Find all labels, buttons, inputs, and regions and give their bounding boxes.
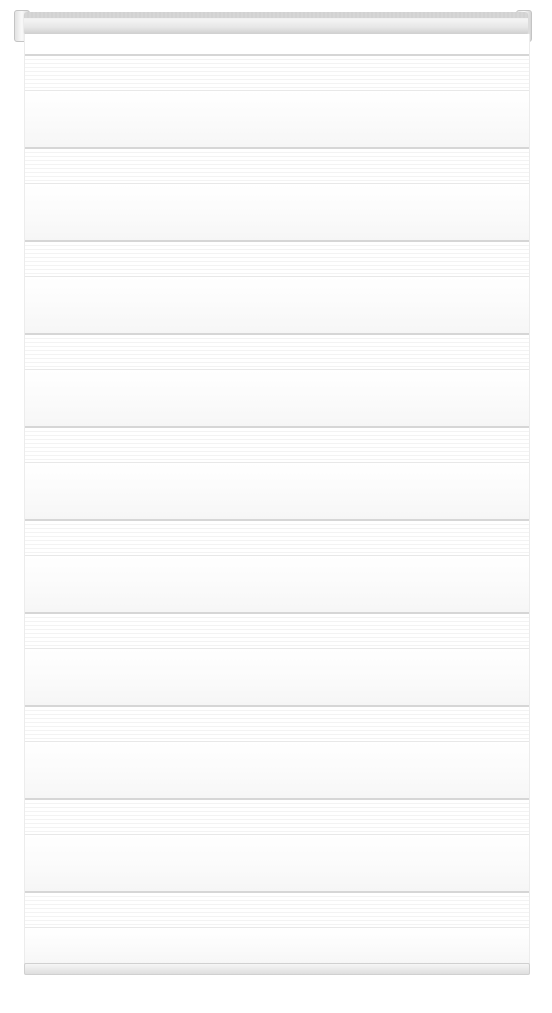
sheer-stripe: [25, 147, 529, 185]
sheer-stripe: [25, 426, 529, 464]
sheer-stripe: [25, 333, 529, 371]
solid-stripe: [25, 834, 529, 892]
sheer-stripe: [25, 891, 529, 929]
sheer-stripe: [25, 798, 529, 836]
solid-stripe: [25, 648, 529, 706]
solid-stripe: [25, 183, 529, 241]
blind-fabric: [24, 34, 530, 965]
sheer-stripe: [25, 612, 529, 650]
solid-stripe: [25, 555, 529, 613]
sheer-stripe: [25, 54, 529, 92]
sheer-stripe: [25, 705, 529, 743]
cassette-top: [24, 12, 528, 18]
bottom-rail: [24, 963, 530, 975]
product-photo: [0, 0, 552, 1013]
headrail-cassette: [24, 12, 528, 34]
sheer-stripe: [25, 519, 529, 557]
solid-stripe: [25, 927, 529, 965]
sheer-stripe: [25, 240, 529, 278]
solid-stripe: [25, 462, 529, 520]
solid-stripe: [25, 90, 529, 148]
solid-stripe: [25, 369, 529, 427]
solid-stripe: [25, 741, 529, 799]
solid-stripe: [25, 276, 529, 334]
